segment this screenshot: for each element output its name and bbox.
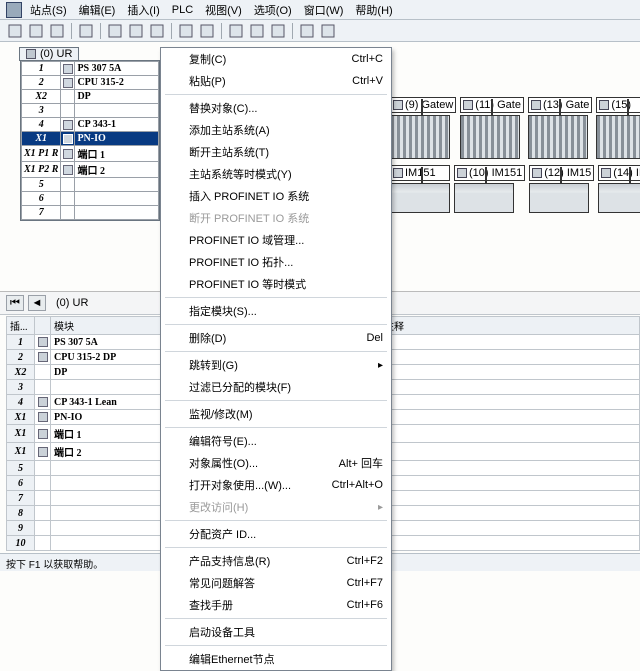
cut-button[interactable] <box>106 22 124 40</box>
save-button[interactable] <box>48 22 66 40</box>
print-button[interactable] <box>77 22 95 40</box>
ctx-item[interactable]: 查找手册Ctrl+F6 <box>161 594 391 616</box>
ctx-item[interactable]: 编辑符号(E)... <box>161 430 391 452</box>
menu-bar: 站点(S)编辑(E)插入(I) PLC 视图(V)选项(O)窗口(W)帮助(H) <box>0 0 640 20</box>
nav-first[interactable]: ⏮ <box>6 295 24 311</box>
device[interactable]: (11) Gate <box>460 97 524 159</box>
rack-title: (0) UR <box>19 47 79 61</box>
upload-button[interactable] <box>198 22 216 40</box>
menu-item[interactable]: 视图(V) <box>201 1 246 19</box>
ctx-item[interactable]: 产品支持信息(R)Ctrl+F2 <box>161 550 391 572</box>
ctx-item[interactable]: 打开对象使用...(W)...Ctrl+Alt+O <box>161 474 391 496</box>
menu-item[interactable]: 编辑(E) <box>75 1 120 19</box>
device[interactable]: (15) <box>596 97 640 159</box>
copy-button[interactable] <box>127 22 145 40</box>
ctx-item[interactable]: PROFINET IO 等时模式 <box>161 273 391 295</box>
new-button[interactable] <box>6 22 24 40</box>
menu-item[interactable]: 站点(S) <box>26 1 71 19</box>
download-button[interactable] <box>177 22 195 40</box>
rack-row[interactable]: X1 P2 R端口 2 <box>22 162 159 178</box>
rack-row[interactable]: X2DP <box>22 90 159 104</box>
device[interactable]: (12) IM15 <box>529 165 594 213</box>
rack-row[interactable]: 2CPU 315-2 <box>22 76 159 90</box>
ctx-item[interactable]: PROFINET IO 域管理... <box>161 229 391 251</box>
ctx-item[interactable]: 编辑Ethernet节点 <box>161 648 391 670</box>
grid1-button[interactable] <box>227 22 245 40</box>
ctx-item[interactable]: 监视/修改(M) <box>161 403 391 425</box>
app-icon <box>6 2 22 18</box>
help-button[interactable] <box>319 22 337 40</box>
ctx-item[interactable]: 跳转到(G) <box>161 354 391 376</box>
rack-row[interactable]: 3 <box>22 104 159 118</box>
open-button[interactable] <box>27 22 45 40</box>
catalog-button[interactable] <box>269 22 287 40</box>
paste-button[interactable] <box>148 22 166 40</box>
ctx-item[interactable]: 启动设备工具 <box>161 621 391 643</box>
ctx-item[interactable]: PROFINET IO 拓扑... <box>161 251 391 273</box>
device[interactable]: (9) Gatew <box>390 97 456 159</box>
nav-prev[interactable]: ◄ <box>28 295 46 311</box>
ctx-item[interactable]: 常见问题解答Ctrl+F7 <box>161 572 391 594</box>
toolbar <box>0 20 640 42</box>
grid-header[interactable] <box>35 317 51 335</box>
ctx-item[interactable]: 指定模块(S)... <box>161 300 391 322</box>
grid-header[interactable]: 模块 <box>51 317 161 335</box>
rack-row[interactable]: X1PN-IO <box>22 132 159 146</box>
rack-row[interactable]: 7 <box>22 206 159 220</box>
grid-header[interactable]: 插... <box>7 317 35 335</box>
ctx-item[interactable]: 粘贴(P)Ctrl+V <box>161 70 391 92</box>
rack-frame[interactable]: (0) UR 1PS 307 5A2CPU 315-2X2DP34CP 343-… <box>20 60 160 221</box>
ctx-item[interactable]: 添加主站系统(A) <box>161 119 391 141</box>
menu-item[interactable]: 插入(I) <box>123 1 163 19</box>
rack-table[interactable]: 1PS 307 5A2CPU 315-2X2DP34CP 343-1X1PN-I… <box>21 61 159 220</box>
rack-row[interactable]: 5 <box>22 178 159 192</box>
rack-row[interactable]: X1 P1 R端口 1 <box>22 146 159 162</box>
menu-item[interactable]: PLC <box>168 3 197 17</box>
menu-item[interactable]: 窗口(W) <box>300 1 348 19</box>
device[interactable]: (14) IM15 <box>598 165 640 213</box>
menu-item[interactable]: 帮助(H) <box>351 1 396 19</box>
context-menu[interactable]: 复制(C)Ctrl+C粘贴(P)Ctrl+V 替换对象(C)...添加主站系统(A… <box>160 47 392 671</box>
rack-row[interactable]: 4CP 343-1 <box>22 118 159 132</box>
ctx-item[interactable]: 删除(D)Del <box>161 327 391 349</box>
ctx-item[interactable]: 替换对象(C)... <box>161 97 391 119</box>
ctx-item[interactable]: 主站系统等时模式(Y) <box>161 163 391 185</box>
topology-area: (9) Gatew(11) Gate(13) Gate(15) IM151(10)… <box>390 97 640 213</box>
ctx-item[interactable]: 过滤已分配的模块(F) <box>161 376 391 398</box>
ctx-item[interactable]: 插入 PROFINET IO 系统 <box>161 185 391 207</box>
ctx-item: 断开 PROFINET IO 系统 <box>161 207 391 229</box>
rack-row[interactable]: 1PS 307 5A <box>22 62 159 76</box>
device[interactable]: (10) IM151 <box>454 165 525 213</box>
net-button[interactable] <box>298 22 316 40</box>
grid2-button[interactable] <box>248 22 266 40</box>
ctx-item[interactable]: 复制(C)Ctrl+C <box>161 48 391 70</box>
device[interactable]: IM151 <box>390 165 450 213</box>
device[interactable]: (13) Gate <box>528 97 592 159</box>
ctx-item[interactable]: 分配资产 ID... <box>161 523 391 545</box>
ctx-item: 更改访问(H) <box>161 496 391 518</box>
rack-row[interactable]: 6 <box>22 192 159 206</box>
grid-header[interactable]: 注释 <box>381 317 640 335</box>
ctx-item[interactable]: 断开主站系统(T) <box>161 141 391 163</box>
menu-item[interactable]: 选项(O) <box>250 1 296 19</box>
ctx-item[interactable]: 对象属性(O)...Alt+ 回车 <box>161 452 391 474</box>
